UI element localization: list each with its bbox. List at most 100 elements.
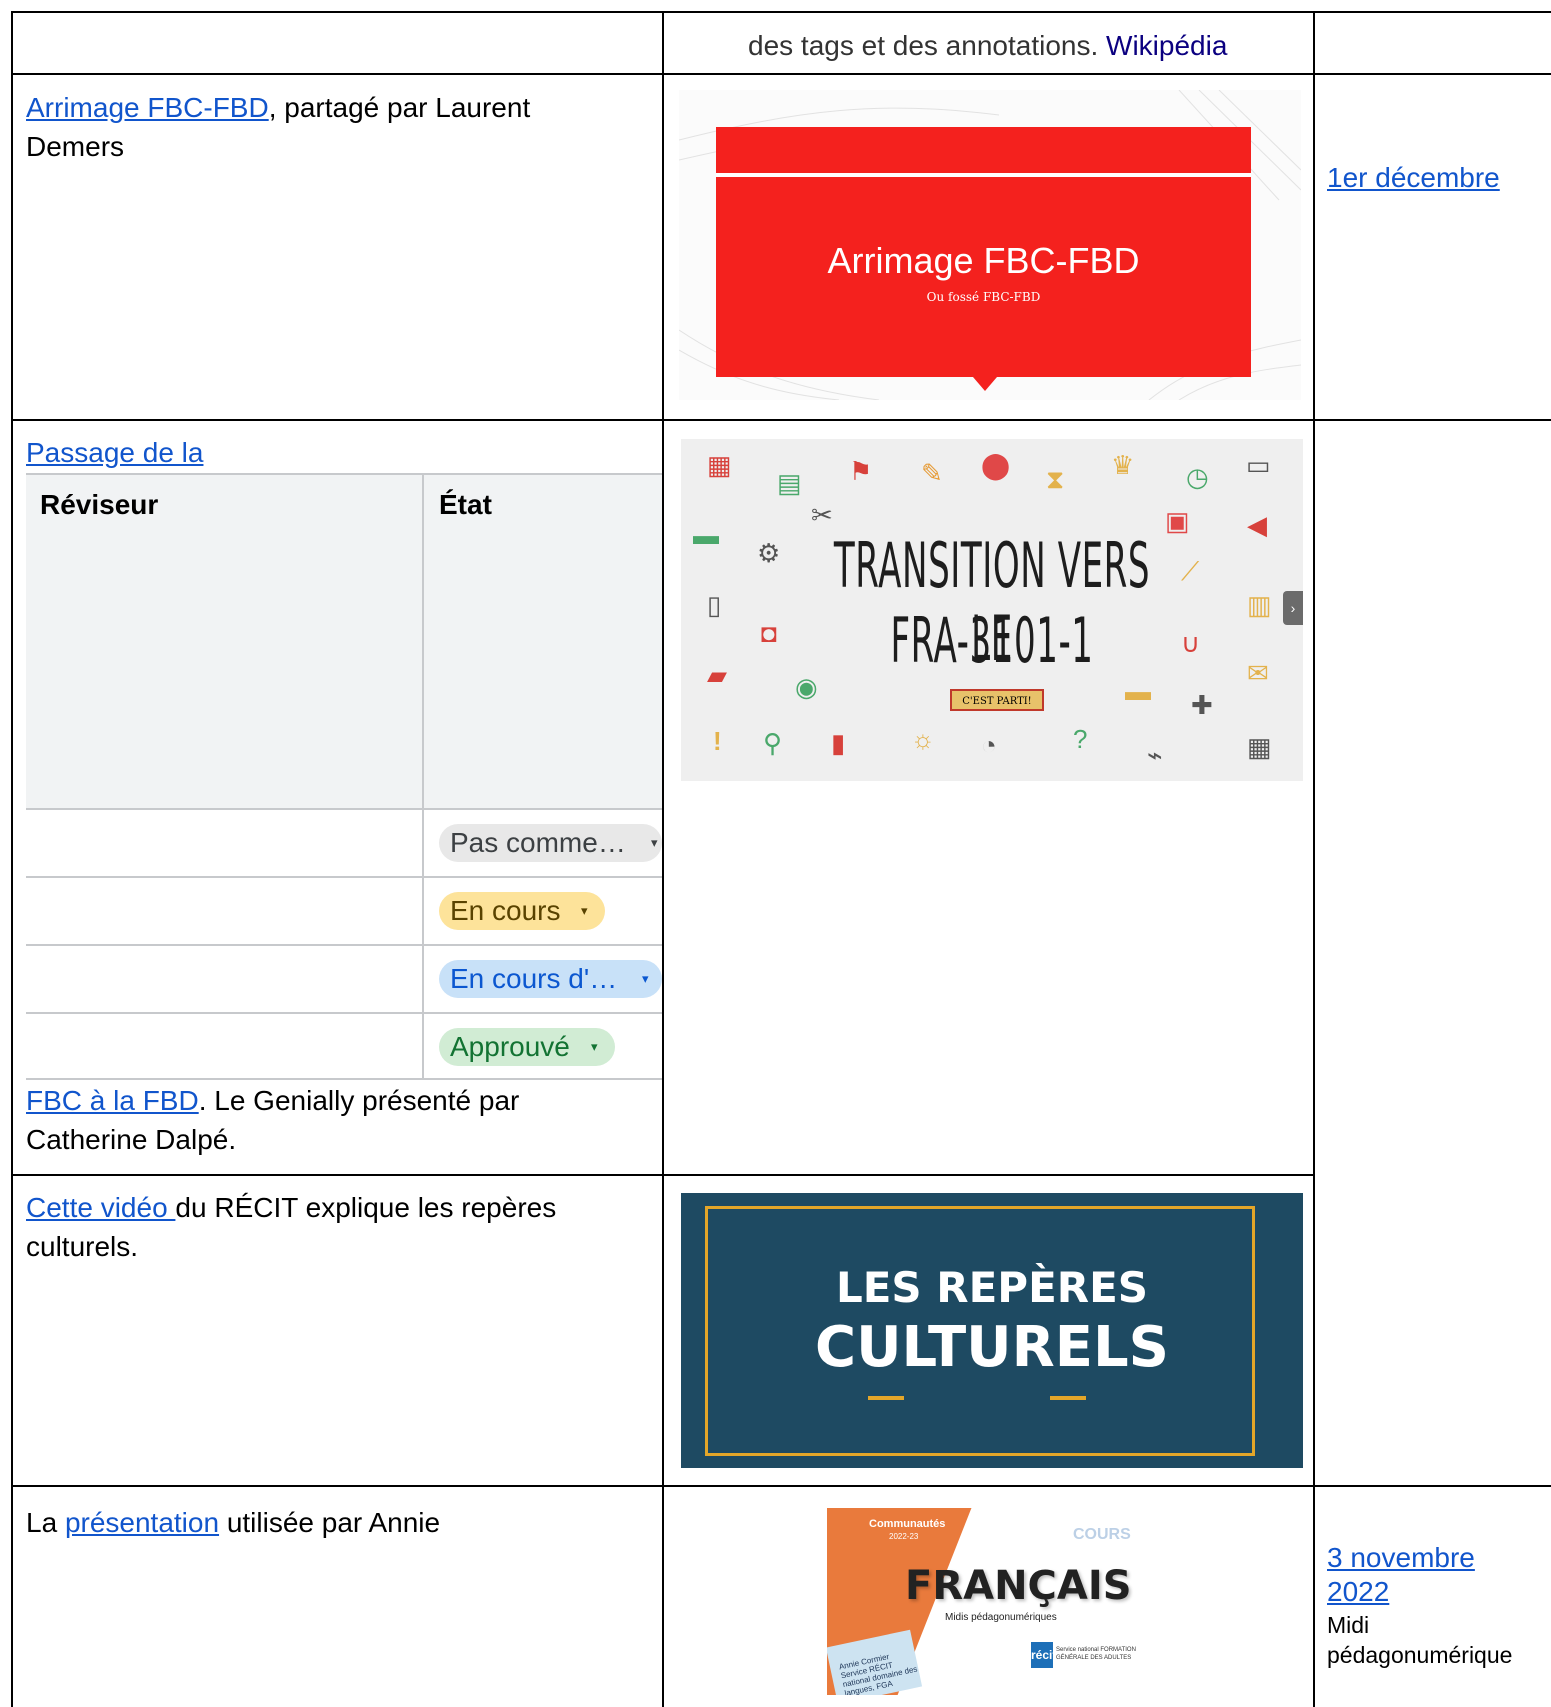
table-border-left [11,11,13,1707]
lightbulb-icon: ☼ [911,724,935,754]
lock-icon: ▣ [1165,506,1190,536]
presentation-link[interactable]: présentation [65,1507,219,1538]
folder-icon: ▬ [1125,676,1151,706]
status-chip-label: En cours [450,895,561,926]
review-row-divider [26,944,662,946]
mug-icon: ◘ [761,618,777,648]
review-header-cell [26,475,422,808]
status-chip-in-review[interactable]: En cours d'… ▾ [439,960,662,998]
slide-year: 2022-23 [889,1532,919,1541]
row-4-suffix: utilisée par Annie [219,1507,441,1538]
row-3-description: Cette vidéo du RÉCIT explique les repère… [26,1188,626,1266]
trophy-icon: ♛ [1111,450,1135,480]
calendar-icon: ▦ [1247,732,1272,762]
chevron-down-icon: ▾ [581,903,588,918]
chevron-right-icon[interactable]: › [1283,591,1303,625]
row-divider [12,419,1551,421]
building-icon: ▦ [707,450,732,480]
slide-thumbnail-francais[interactable]: Communautés 2022-23 COURS FRANÇAIS Midis… [827,1508,1148,1695]
question-icon: ? [1073,724,1088,754]
slide-dash [868,1396,904,1400]
fbc-fbd-link[interactable]: FBC à la FBD [26,1085,199,1116]
row-4-description: La présentation utilisée par Annie [26,1503,626,1542]
slide-thumbnail-transition[interactable]: ▦ ▤ ⚑ ✎ ⬤ ⧗ ♛ ◷ ▭ ▬ ✂ ⚙ ▣ ◀ ⟋ ▯ ▥ ◘ ∪ ▰ … [681,439,1303,781]
status-chip-label: Approuvé [450,1031,570,1062]
description-text: des tags et des annotations. Wikipédia [748,26,1227,65]
video-link[interactable]: Cette vidéo [26,1192,175,1223]
chevron-down-icon: ▾ [651,835,658,850]
slide-start-button: C'EST PARTI! [950,689,1044,711]
envelope-icon: ✉ [1247,658,1269,688]
review-row-divider [26,1012,662,1014]
pie-chart-icon: ◔ [981,730,997,760]
review-row-divider [26,808,662,810]
magnifier-icon: ⚲ [763,728,783,758]
review-row-divider [26,1078,662,1080]
row-1-description: Arrimage FBC-FBD, partagé par Laurent De… [26,88,606,166]
reviewer-column-header: Réviseur [40,489,159,520]
date-note: Midi pédagonumérique [1327,1612,1513,1668]
slide-thumbnail-reperes[interactable]: LES REPÈRES CULTURELS [681,1193,1303,1468]
slide-title: Arrimage FBC-FBD [827,240,1140,281]
slide-community-label: Communautés [869,1518,946,1530]
slide-subtitle: Midis pédagonumériques [945,1612,1057,1623]
arrimage-link[interactable]: Arrimage FBC-FBD [26,92,269,123]
phone-icon: ▯ [707,590,722,620]
status-chip-approved[interactable]: Approuvé ▾ [439,1028,615,1066]
magnet-icon: ∪ [1181,628,1201,658]
slide-title-line-2: FRA-3101-1 [890,604,1094,677]
description-prefix: des tags et des annotations. [748,30,1107,61]
money-icon: ▬ [693,520,719,550]
review-table: Réviseur État Pas comme… ▾ En cours ▾ En c… [26,473,662,1080]
exclamation-icon: ! [713,726,722,756]
slide-thumbnail-arrimage[interactable]: Arrimage FBC-FBD Ou fossé FBC-FBD [679,90,1301,400]
column-divider [1313,11,1315,1707]
hourglass-icon: ⧗ [1046,464,1065,494]
map-pin-icon: ⬤ [981,450,1011,480]
book-icon: ▥ [1247,590,1272,620]
slide-title-line-2: CULTURELS [814,1315,1170,1380]
row-divider [12,73,1551,75]
slide-pointer [973,377,997,391]
slide-divider-bar [716,173,1251,177]
eye-icon: ◉ [795,672,818,702]
date-link-1er-decembre[interactable]: 1er décembre [1327,158,1500,197]
clock-icon: ◷ [1186,462,1209,492]
row-divider [12,1485,1551,1487]
ruler-icon: ⟋ [1181,556,1200,586]
status-chip-in-progress[interactable]: En cours ▾ [439,892,605,930]
status-chip-not-started[interactable]: Pas comme… ▾ [439,824,662,862]
wrench-icon: ✂ [811,500,833,530]
status-chip-label: Pas comme… [450,827,626,858]
document-icon: ▤ [777,468,802,498]
passage-link-start[interactable]: Passage de la [26,433,203,472]
flag-icon: ⚑ [849,456,873,486]
slide-logo-text: Service national FORMATION GÉNÉRALE DES … [1056,1647,1136,1661]
plug-icon: ⌁ [1147,740,1163,770]
slide-cours-logo: COURS [1073,1526,1131,1543]
briefcase-icon: ▰ [707,660,727,690]
wikipedia-link[interactable]: Wikipédia [1106,30,1227,61]
slide-title: FRANÇAIS [905,1563,1132,1609]
pencil-icon: ✎ [921,458,943,488]
slide-title-line-1: LES REPÈRES [835,1263,1149,1312]
chevron-down-icon: ▾ [591,1039,598,1054]
column-divider [662,11,664,1707]
slide-subtitle: Ou fossé FBC-FBD [926,290,1041,304]
table-border-top [12,11,1551,13]
date-link-3-novembre-2022[interactable]: 3 novembre 2022 [1327,1541,1517,1609]
status-column-header: État [439,489,492,520]
review-header-cell [424,475,662,808]
gear-icon: ⚙ [757,538,781,568]
puzzle-icon: ✚ [1191,690,1213,720]
review-row-divider [26,876,662,878]
laptop-icon: ▭ [1246,450,1271,480]
bar-chart-icon: ▮ [831,728,846,758]
slide-dash [1050,1396,1086,1400]
row-4-prefix: La [26,1507,65,1538]
megaphone-icon: ◀ [1247,510,1267,540]
status-chip-label: En cours d'… [450,963,618,994]
chevron-down-icon: ▾ [642,971,649,986]
review-column-divider [422,475,424,1080]
row-2-description: FBC à la FBD. Le Genially présenté par C… [26,1081,626,1159]
